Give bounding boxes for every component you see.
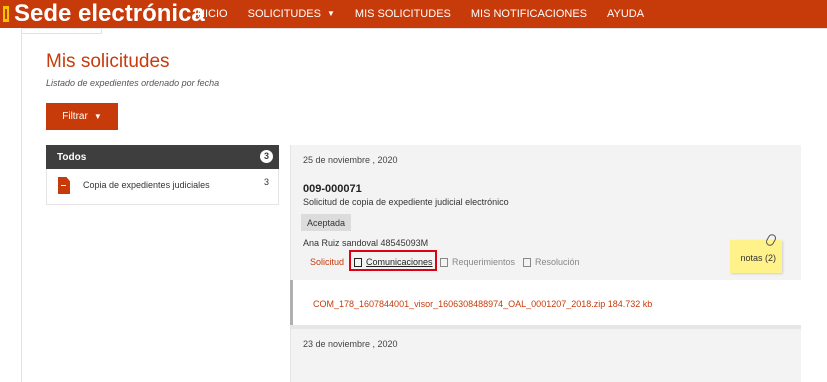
request-date: 25 de noviembre , 2020 [303, 155, 398, 165]
tab-requerimientos[interactable]: Requerimientos [440, 257, 515, 267]
category-item[interactable]: Copia de expedientes judiciales 3 [46, 169, 279, 205]
category-item-label: Copia de expedientes judiciales [83, 180, 210, 190]
scrollbar[interactable] [815, 30, 827, 382]
request-number[interactable]: 009-000071 [303, 183, 362, 195]
notes-sticky[interactable]: notas (2) [730, 232, 782, 273]
nav-solicitudes-label: SOLICITUDES [247, 8, 321, 20]
filter-button[interactable]: Filtrar ▼ [46, 103, 118, 130]
next-request-date: 23 de noviembre , 2020 [303, 339, 398, 349]
category-item-count: 3 [263, 177, 269, 187]
request-description: Solicitud de copia de expediente judicia… [303, 197, 509, 207]
brand-title[interactable]: Sede electrónica [14, 1, 205, 27]
filter-label: Filtrar [62, 111, 88, 122]
notes-label: notas (2) [740, 253, 776, 263]
page-title: Mis solicitudes [46, 51, 170, 72]
category-all[interactable]: Todos 3 [46, 145, 279, 169]
nav-ayuda[interactable]: AYUDA [607, 7, 644, 21]
frame-tab [22, 29, 102, 34]
tab-resolucion-label: Resolución [535, 257, 580, 267]
highlight-box [349, 250, 437, 271]
nav-inicio[interactable]: INICIO [194, 7, 228, 21]
attachment-link[interactable]: COM_178_1607844001_visor_1606308488974_O… [313, 299, 652, 309]
tab-solicitud-label: Solicitud [310, 257, 345, 267]
top-bar: Sede electrónica INICIO SOLICITUDES ▼ MIS… [0, 0, 827, 28]
document-icon [440, 257, 448, 267]
attachment-row: COM_178_1607844001_visor_1606308488974_O… [290, 280, 801, 325]
caret-down-icon: ▼ [93, 112, 102, 121]
document-icon [58, 177, 70, 194]
caret-down-icon: ▼ [326, 9, 335, 18]
document-icon [523, 257, 531, 267]
nav-solicitudes[interactable]: SOLICITUDES ▼ [248, 7, 335, 21]
tab-solicitud[interactable]: Solicitud [310, 257, 344, 267]
tab-requerimientos-label: Requerimientos [452, 257, 516, 267]
category-all-label: Todos [57, 151, 87, 163]
flag-icon [3, 6, 9, 22]
nav-mis-solicitudes[interactable]: MIS SOLICITUDES [355, 7, 451, 21]
nav-mis-notificaciones[interactable]: MIS NOTIFICACIONES [471, 7, 587, 21]
main-nav: INICIO SOLICITUDES ▼ MIS SOLICITUDES MIS … [194, 7, 664, 21]
status-badge: Aceptada [301, 214, 351, 231]
separator [290, 325, 801, 329]
page-subtitle: Listado de expedientes ordenado por fech… [46, 78, 220, 88]
tab-resolucion[interactable]: Resolución [523, 257, 580, 267]
count-badge: 3 [260, 150, 273, 163]
applicant-name: Ana Ruiz sandoval 48545093M [303, 238, 429, 248]
